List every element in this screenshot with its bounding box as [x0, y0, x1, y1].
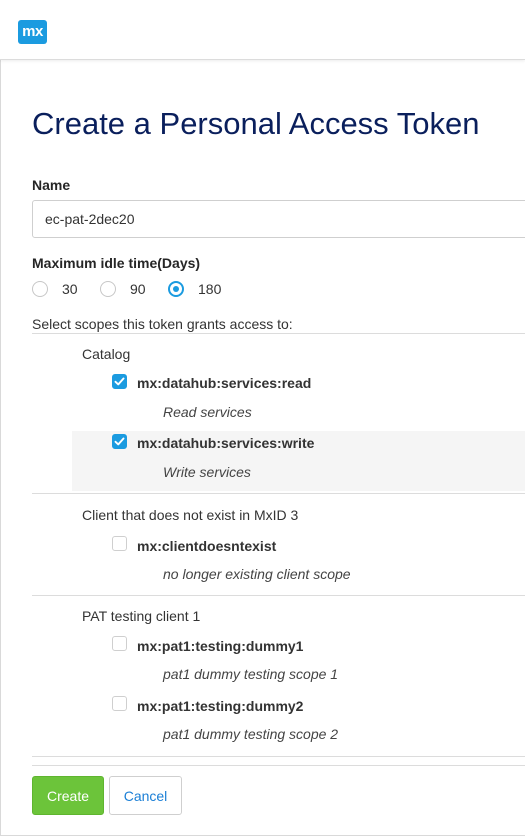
- scopes-intro: Select scopes this token grants access t…: [32, 316, 293, 332]
- name-label: Name: [32, 177, 71, 193]
- scope-name-services-write: mx:datahub:services:write: [137, 435, 315, 451]
- radio-90[interactable]: [100, 281, 116, 297]
- check-icon: [114, 437, 125, 446]
- scope-desc-services-read: Read services: [163, 404, 252, 420]
- idle-option-30[interactable]: 30: [32, 279, 78, 299]
- idle-option-90[interactable]: 90: [100, 279, 146, 299]
- scope-name-pat1-dummy2: mx:pat1:testing:dummy2: [137, 698, 304, 714]
- client-name-nonexistent: Client that does not exist in MxID 3: [82, 507, 299, 523]
- divider: [32, 756, 525, 757]
- scope-checkbox-pat1-dummy1[interactable]: [112, 636, 127, 651]
- scope-name-clientdoesntexist: mx:clientdoesntexist: [137, 538, 277, 554]
- scope-checkbox-services-read[interactable]: [112, 374, 127, 389]
- top-bar: mx: [0, 0, 525, 60]
- scope-checkbox-services-write[interactable]: [112, 434, 127, 449]
- scope-checkbox-pat1-dummy2[interactable]: [112, 696, 127, 711]
- client-name-catalog: Catalog: [82, 346, 131, 362]
- page-title: Create a Personal Access Token: [32, 106, 480, 141]
- scope-name-services-read: mx:datahub:services:read: [137, 375, 312, 391]
- name-input[interactable]: [32, 200, 525, 238]
- scope-desc-clientdoesntexist: no longer existing client scope: [163, 566, 351, 582]
- scope-name-pat1-dummy1: mx:pat1:testing:dummy1: [137, 638, 304, 654]
- scope-desc-pat1-dummy1: pat1 dummy testing scope 1: [163, 666, 339, 682]
- scope-checkbox-clientdoesntexist[interactable]: [112, 536, 127, 551]
- radio-label-30: 30: [62, 281, 78, 297]
- mendix-logo[interactable]: mx: [18, 20, 47, 44]
- divider: [32, 595, 525, 596]
- scope-desc-services-write: Write services: [163, 464, 251, 480]
- radio-label-90: 90: [130, 281, 146, 297]
- create-button[interactable]: Create: [32, 776, 104, 815]
- divider: [32, 765, 525, 766]
- divider: [32, 493, 525, 494]
- check-icon: [114, 377, 125, 386]
- divider: [32, 333, 525, 334]
- radio-30[interactable]: [32, 281, 48, 297]
- idle-time-label: Maximum idle time(Days): [32, 255, 201, 271]
- idle-option-180[interactable]: 180: [168, 279, 221, 299]
- radio-label-180: 180: [198, 281, 222, 297]
- cancel-button[interactable]: Cancel: [109, 776, 182, 815]
- client-name-pat-testing: PAT testing client 1: [82, 608, 201, 624]
- scope-desc-pat1-dummy2: pat1 dummy testing scope 2: [163, 726, 339, 742]
- radio-180[interactable]: [168, 281, 184, 297]
